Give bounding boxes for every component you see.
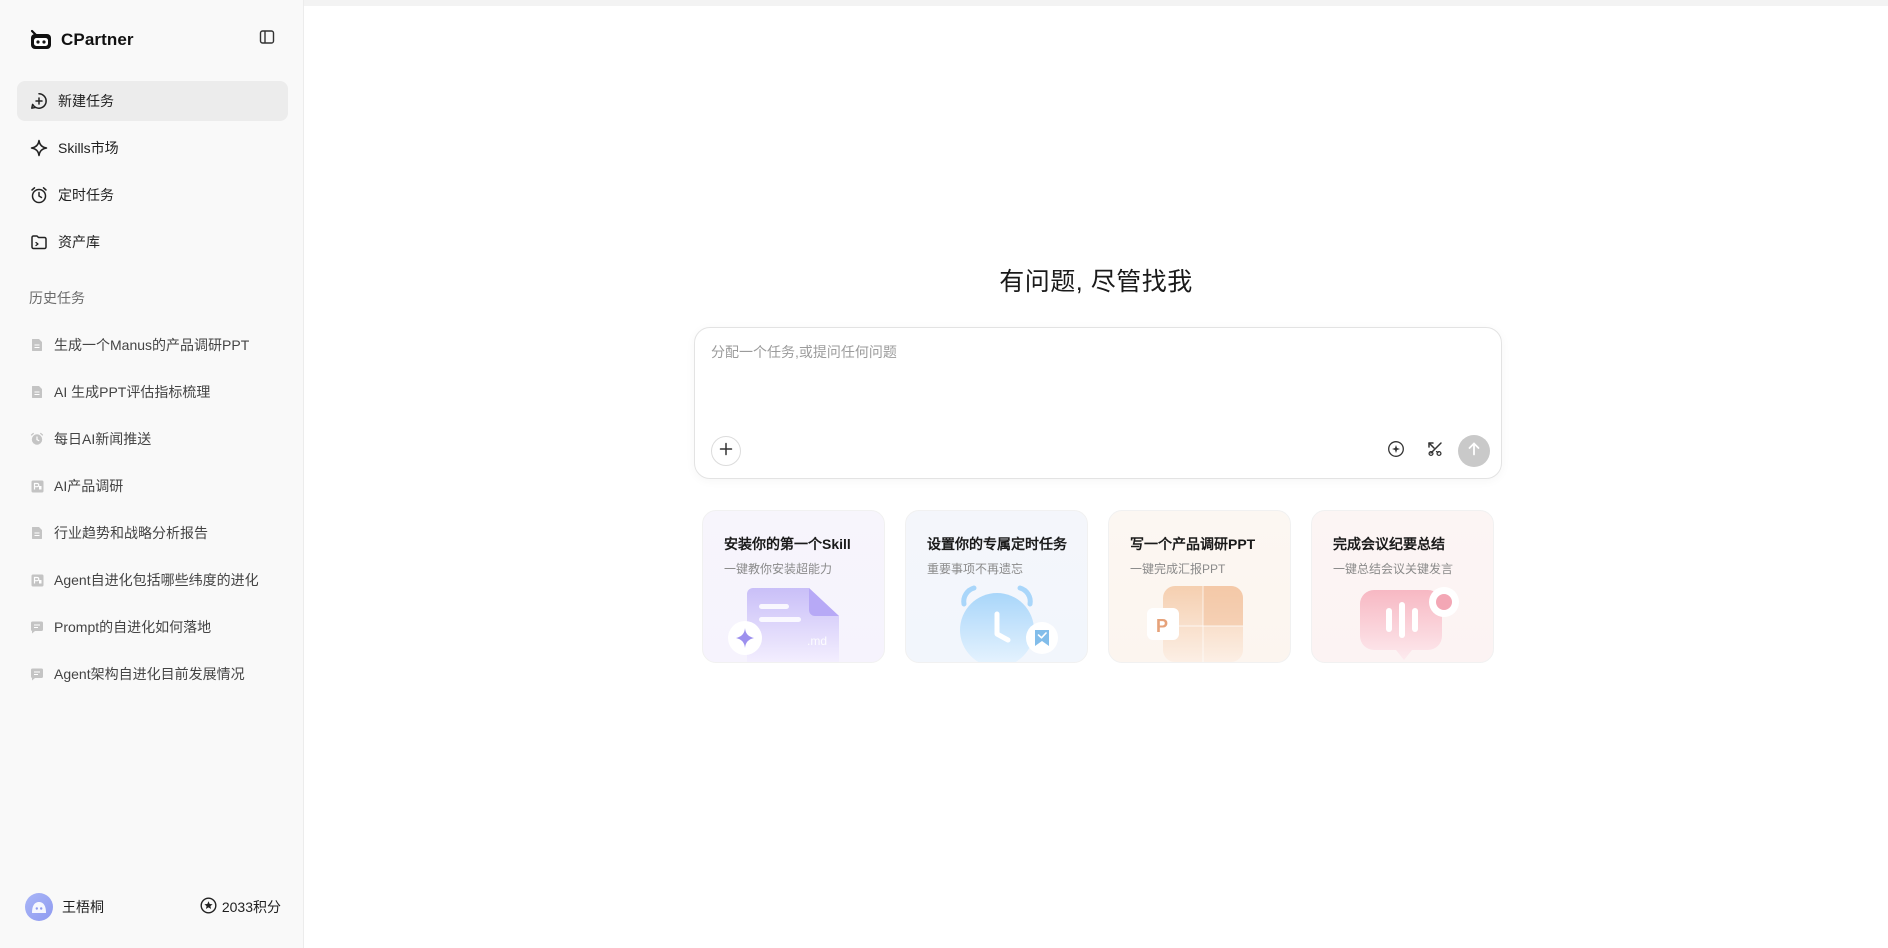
document-icon (30, 526, 44, 540)
history-item[interactable]: 每日AI新闻推送 (17, 419, 288, 459)
card-subtitle: 一键教你安装超能力 (724, 562, 833, 576)
points-value: 2033积分 (221, 899, 281, 915)
nav-item-skills-market[interactable]: Skills市场 (17, 128, 288, 168)
app-window: CPartner 新建任务 Skills市场 定时任务 资产库 历史任务 生成一… (0, 0, 1888, 948)
card-title: 安装你的第一个Skill (724, 536, 851, 552)
md-file-illustration-icon: .md (728, 588, 839, 662)
user-footer: 王梧桐 2033积分 (25, 893, 281, 921)
history-item[interactable]: 行业趋势和战略分析报告 (17, 513, 288, 553)
top-strip (304, 0, 1888, 6)
send-button[interactable] (1458, 435, 1490, 467)
sparkle-icon (30, 139, 48, 157)
main-nav: 新建任务 Skills市场 定时任务 资产库 (17, 81, 288, 269)
ppt-label: P (1156, 616, 1168, 636)
history-item[interactable]: Agent架构自进化目前发展情况 (17, 654, 288, 694)
alarm-clock-icon (30, 432, 44, 446)
history-label: 每日AI新闻推送 (54, 431, 152, 447)
card-scheduled-task[interactable]: 设置你的专属定时任务 重要事项不再遗忘 (905, 510, 1088, 663)
user-profile[interactable]: 王梧桐 (25, 893, 104, 921)
nav-item-new-task[interactable]: 新建任务 (17, 81, 288, 121)
history-list: 生成一个Manus的产品调研PPT AI 生成PPT评估指标梳理 每日AI新闻推… (17, 325, 288, 701)
history-label: 生成一个Manus的产品调研PPT (54, 337, 250, 353)
new-task-icon (30, 92, 48, 110)
alarm-clock-illustration-icon (960, 585, 1058, 662)
history-item[interactable]: Prompt的自进化如何落地 (17, 607, 288, 647)
history-label: Prompt的自进化如何落地 (54, 619, 212, 635)
target-icon (1387, 440, 1405, 463)
nav-item-scheduled-tasks[interactable]: 定时任务 (17, 175, 288, 215)
history-item[interactable]: AI 生成PPT评估指标梳理 (17, 372, 288, 412)
document-icon (30, 385, 44, 399)
alarm-clock-icon (30, 186, 48, 204)
app-name: CPartner (61, 30, 134, 49)
card-title: 设置你的专属定时任务 (927, 536, 1067, 552)
history-item[interactable]: 生成一个Manus的产品调研PPT (17, 325, 288, 365)
history-label: AI产品调研 (54, 478, 124, 494)
chat-icon (30, 620, 44, 634)
user-name: 王梧桐 (62, 899, 104, 915)
card-subtitle: 重要事项不再遗忘 (927, 562, 1024, 576)
tools-button[interactable] (1422, 438, 1448, 464)
points-badge[interactable]: 2033积分 (200, 897, 281, 917)
page-title: 有问题, 尽管找我 (999, 268, 1193, 296)
card-product-research-ppt[interactable]: 写一个产品调研PPT 一键完成汇报PPT P (1108, 510, 1291, 663)
ppt-illustration-icon: P (1147, 586, 1243, 662)
history-item[interactable]: Agent自进化包括哪些纬度的进化 (17, 560, 288, 600)
nav-label: 定时任务 (58, 187, 114, 203)
tools-icon (1426, 440, 1444, 463)
folder-icon (30, 233, 48, 251)
slides-icon (30, 479, 44, 493)
history-label: Agent架构自进化目前发展情况 (54, 666, 245, 682)
sidebar: CPartner 新建任务 Skills市场 定时任务 资产库 历史任务 生成一… (0, 0, 304, 948)
history-label: 行业趋势和战略分析报告 (54, 525, 208, 541)
suggestion-cards: 安装你的第一个Skill 一键教你安装超能力 .md 设置你的专属定时任务 重要… (702, 510, 1494, 663)
avatar (25, 893, 53, 921)
slides-icon (30, 573, 44, 587)
nav-label: 新建任务 (58, 93, 114, 109)
main-content: 有问题, 尽管找我 分配一个任务,或提问任何问题 安装你的第一个Skill 一键… (304, 0, 1888, 948)
chat-icon (30, 667, 44, 681)
md-label: .md (807, 634, 827, 648)
robot-logo-icon (29, 28, 53, 52)
card-subtitle: 一键完成汇报PPT (1130, 562, 1226, 576)
task-composer (694, 327, 1502, 479)
card-install-skill[interactable]: 安装你的第一个Skill 一键教你安装超能力 .md (702, 510, 885, 663)
sidebar-toggle-icon (259, 29, 275, 50)
nav-label: 资产库 (58, 234, 100, 250)
card-title: 写一个产品调研PPT (1130, 536, 1256, 552)
voice-bubble-illustration-icon (1360, 587, 1459, 660)
nav-label: Skills市场 (58, 140, 119, 156)
arrow-up-icon (1466, 441, 1482, 462)
add-attachment-button[interactable] (711, 436, 741, 466)
mode-select-button[interactable] (1383, 438, 1409, 464)
history-label: Agent自进化包括哪些纬度的进化 (54, 572, 259, 588)
history-section-title: 历史任务 (29, 290, 85, 306)
task-input[interactable] (711, 342, 1481, 402)
history-label: AI 生成PPT评估指标梳理 (54, 384, 211, 400)
card-meeting-summary[interactable]: 完成会议纪要总结 一键总结会议关键发言 (1311, 510, 1494, 663)
history-item[interactable]: AI产品调研 (17, 466, 288, 506)
nav-item-asset-library[interactable]: 资产库 (17, 222, 288, 262)
brand[interactable]: CPartner (29, 28, 134, 52)
document-icon (30, 338, 44, 352)
plus-icon (719, 442, 733, 461)
card-title: 完成会议纪要总结 (1333, 536, 1445, 552)
points-star-icon (200, 897, 217, 917)
collapse-sidebar-button[interactable] (256, 28, 278, 50)
card-subtitle: 一键总结会议关键发言 (1333, 562, 1454, 576)
